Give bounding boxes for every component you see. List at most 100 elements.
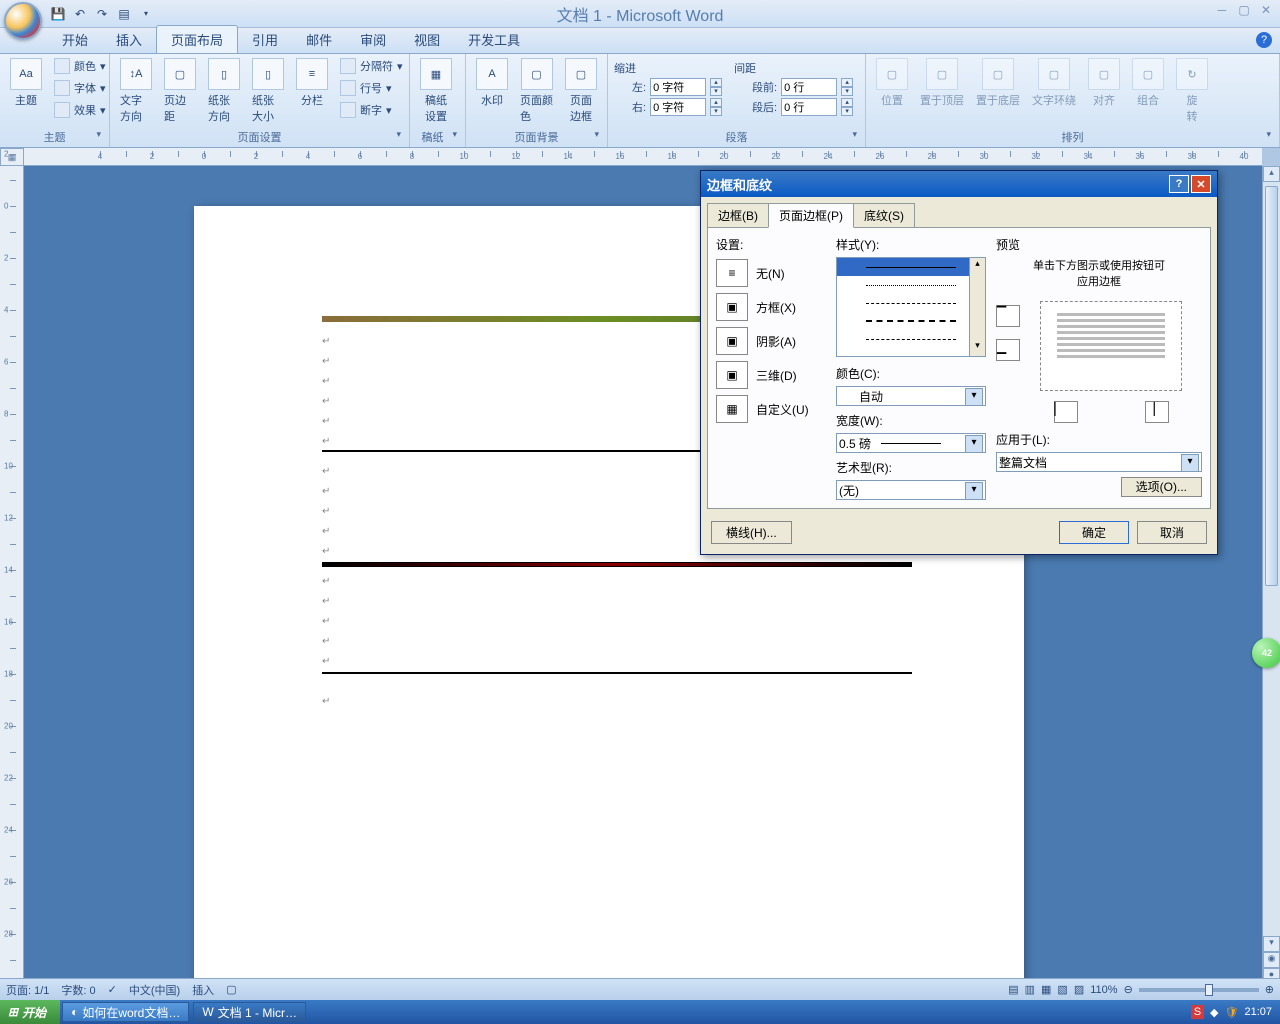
size-button[interactable]: ▯纸张大小 (248, 56, 288, 126)
tab-references[interactable]: 引用 (238, 26, 292, 53)
zoom-slider[interactable] (1139, 988, 1259, 992)
tray-ime-icon[interactable]: S (1191, 1005, 1204, 1019)
tab-borders[interactable]: 边框(B) (707, 203, 769, 228)
setting-shadow[interactable]: ▣阴影(A) (716, 327, 826, 355)
taskbar-item-browser[interactable]: ◐如何在word文档… (62, 1002, 189, 1022)
style-dashed2[interactable] (837, 312, 985, 330)
spin-down[interactable]: ▾ (710, 107, 722, 116)
width-select[interactable]: 0.5 磅 (836, 433, 986, 453)
breaks-button[interactable]: 分隔符 ▾ (336, 56, 407, 76)
zoom-out-icon[interactable]: ⊖ (1124, 983, 1133, 996)
qat-more-icon[interactable]: ▤ (114, 4, 134, 24)
themes-button[interactable]: Aa主题 (6, 56, 46, 110)
ok-button[interactable]: 确定 (1059, 521, 1129, 544)
cancel-button[interactable]: 取消 (1137, 521, 1207, 544)
scrollbar-thumb[interactable] (1265, 186, 1278, 586)
taskbar-item-word[interactable]: W文档 1 - Micr… (193, 1002, 306, 1022)
spin-up[interactable]: ▴ (841, 98, 853, 107)
scroll-up-icon[interactable]: ▴ (1263, 166, 1280, 182)
dialog-help-icon[interactable]: ? (1169, 175, 1189, 193)
spin-down[interactable]: ▾ (841, 107, 853, 116)
tab-developer[interactable]: 开发工具 (454, 26, 534, 53)
zoom-in-icon[interactable]: ⊕ (1265, 983, 1274, 996)
zoom-slider-thumb[interactable] (1205, 984, 1213, 996)
preview-top-button[interactable]: ▔ (996, 305, 1020, 327)
preview-bottom-button[interactable]: ▁ (996, 339, 1020, 361)
applyto-select[interactable]: 整篇文档 (996, 452, 1202, 472)
hyphenation-button[interactable]: 断字 ▾ (336, 100, 407, 120)
tab-review[interactable]: 审阅 (346, 26, 400, 53)
textdir-button[interactable]: ↕A文字方向 (116, 56, 156, 126)
preview-left-button[interactable]: ▏ (1054, 401, 1078, 423)
space-after-input[interactable] (781, 98, 837, 116)
spin-down[interactable]: ▾ (841, 87, 853, 96)
side-widget-icon[interactable]: 42 (1252, 638, 1280, 668)
minimize-icon[interactable]: ─ (1212, 2, 1232, 18)
status-lang[interactable]: 中文(中国) (129, 982, 180, 998)
save-icon[interactable]: 💾 (48, 4, 68, 24)
pagecolor-button[interactable]: ▢页面颜色 (516, 56, 557, 126)
art-select[interactable]: (无) (836, 480, 986, 500)
status-spell-icon[interactable]: ✓ (108, 983, 117, 996)
columns-button[interactable]: ≡分栏 (292, 56, 332, 110)
theme-fonts-button[interactable]: 字体 ▾ (50, 78, 110, 98)
redo-icon[interactable]: ↷ (92, 4, 112, 24)
view-draft-icon[interactable]: ▨ (1074, 983, 1084, 996)
spin-up[interactable]: ▴ (710, 98, 722, 107)
options-button[interactable]: 选项(O)... (1121, 477, 1202, 497)
tab-shading[interactable]: 底纹(S) (853, 203, 915, 228)
tab-mailings[interactable]: 邮件 (292, 26, 346, 53)
view-outline-icon[interactable]: ▧ (1057, 983, 1067, 996)
zoom-value[interactable]: 110% (1090, 984, 1117, 996)
qat-dropdown-icon[interactable]: ▾ (136, 4, 156, 24)
linenumbers-button[interactable]: 行号 ▾ (336, 78, 407, 98)
spin-up[interactable]: ▴ (710, 78, 722, 87)
list-scroll-down[interactable]: ▾ (970, 340, 985, 356)
help-icon[interactable]: ? (1256, 32, 1272, 48)
undo-icon[interactable]: ↶ (70, 4, 90, 24)
align-button[interactable]: ▢对齐 (1084, 56, 1124, 110)
space-before-input[interactable] (781, 78, 837, 96)
dialog-close-icon[interactable]: ✕ (1191, 175, 1211, 193)
tray-icon-1[interactable]: ◆ (1210, 1006, 1218, 1019)
theme-effects-button[interactable]: 效果 ▾ (50, 100, 110, 120)
vertical-scrollbar[interactable]: ▴ ▾ ◉ ● ◉ (1262, 166, 1280, 1000)
hline-button[interactable]: 横线(H)... (711, 521, 792, 544)
manuscript-button[interactable]: ▦稿纸 设置 (416, 56, 456, 126)
style-dotted[interactable] (837, 276, 985, 294)
status-macro-icon[interactable]: ▢ (226, 983, 236, 996)
style-dashdot[interactable] (837, 330, 985, 348)
style-dashed[interactable] (837, 294, 985, 312)
vertical-ruler[interactable]: 2024681012141618202224262830 (0, 166, 24, 1000)
pageborders-button[interactable]: ▢页面 边框 (561, 56, 601, 126)
dialog-titlebar[interactable]: 边框和底纹 ? ✕ (701, 171, 1217, 197)
office-button[interactable] (4, 2, 42, 40)
style-solid[interactable] (837, 258, 985, 276)
start-button[interactable]: ⊞开始 (0, 1000, 60, 1024)
style-listbox[interactable]: ▴▾ (836, 257, 986, 357)
setting-3d[interactable]: ▣三维(D) (716, 361, 826, 389)
maximize-icon[interactable]: ▢ (1234, 2, 1254, 18)
scroll-down-icon[interactable]: ▾ (1263, 936, 1280, 952)
margins-button[interactable]: ▢页边距 (160, 56, 200, 126)
status-mode[interactable]: 插入 (192, 982, 214, 998)
status-page[interactable]: 页面: 1/1 (6, 982, 49, 998)
tray-icon-2[interactable]: 🛡 (1225, 1006, 1239, 1019)
indent-right-input[interactable] (650, 98, 706, 116)
view-web-icon[interactable]: ▦ (1041, 983, 1051, 996)
orientation-button[interactable]: ▯纸张方向 (204, 56, 244, 126)
spin-down[interactable]: ▾ (710, 87, 722, 96)
setting-custom[interactable]: ▦自定义(U) (716, 395, 826, 423)
tab-view[interactable]: 视图 (400, 26, 454, 53)
tab-pagelayout[interactable]: 页面布局 (156, 25, 238, 53)
setting-none[interactable]: ≡无(N) (716, 259, 826, 287)
view-read-icon[interactable]: ▥ (1025, 983, 1035, 996)
watermark-button[interactable]: A水印 (472, 56, 512, 110)
prev-page-icon[interactable]: ◉ (1263, 952, 1280, 968)
status-words[interactable]: 字数: 0 (61, 982, 95, 998)
indent-left-input[interactable] (650, 78, 706, 96)
view-print-icon[interactable]: ▤ (1008, 983, 1018, 996)
list-scroll-up[interactable]: ▴ (970, 258, 985, 274)
tab-insert[interactable]: 插入 (102, 26, 156, 53)
horizontal-ruler[interactable]: 420246810121416182022242628303234363840 (24, 148, 1262, 166)
